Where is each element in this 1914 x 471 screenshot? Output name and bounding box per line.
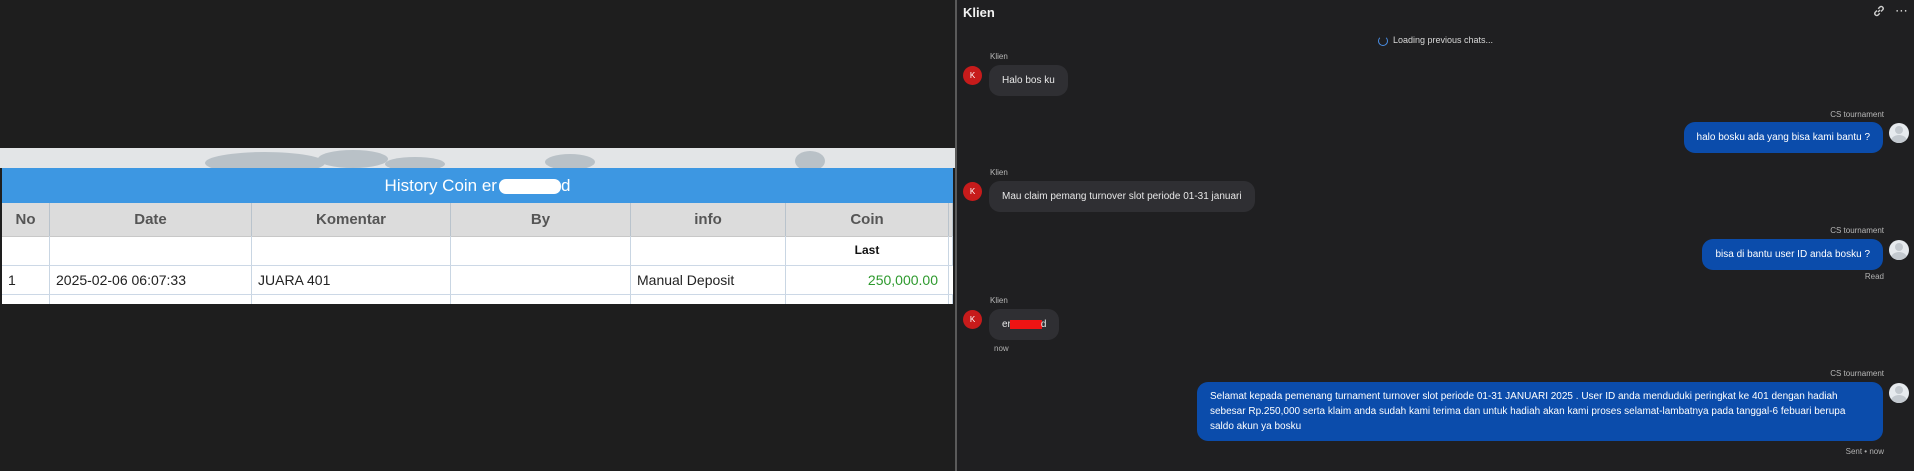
message-sender: CS tournament [1830, 226, 1884, 235]
read-status: Read [1864, 272, 1884, 281]
subheader-cell [451, 236, 631, 265]
subheader-cell [252, 236, 451, 265]
avatar: K [963, 66, 982, 85]
subheader-cell [949, 236, 953, 265]
message-sender: Klien [990, 296, 1008, 305]
message-sender: CS tournament [1830, 369, 1884, 378]
message-bubble[interactable]: Selamat kepada pemenang turnament turnov… [1197, 382, 1883, 441]
table-header-row: No Date Komentar By info Coin [2, 203, 953, 237]
avatar [1889, 383, 1909, 403]
cell-info: Manual Deposit [631, 266, 786, 294]
message-text-suffix: d [1040, 319, 1047, 330]
cell-no: 1 [2, 266, 50, 294]
subheader-cell [631, 236, 786, 265]
chat-panel: Klien ⋯ Loading previous chats... Klien … [957, 0, 1914, 471]
message-sender: Klien [990, 168, 1008, 177]
subheader-cell [2, 236, 50, 265]
message-time: now [994, 344, 1009, 353]
message-sender: Klien [990, 52, 1008, 61]
message-bubble[interactable]: er d [989, 309, 1060, 340]
column-header-by[interactable]: By [451, 203, 631, 236]
loading-text: Loading previous chats... [1392, 35, 1494, 45]
column-header-no[interactable]: No [2, 203, 50, 236]
table-row-partial [2, 295, 953, 304]
table-row[interactable]: 1 2025-02-06 06:07:33 JUARA 401 Manual D… [2, 266, 956, 295]
loading-indicator: Loading previous chats... [957, 35, 1914, 46]
table-subheader-row: Last [2, 236, 953, 266]
subheader-last: Last [786, 236, 949, 265]
subheader-cell [50, 236, 252, 265]
map-banner [0, 148, 955, 168]
message-bubble[interactable]: halo bosku ada yang bisa kami bantu ? [1683, 122, 1883, 153]
message-bubble[interactable]: Mau claim pemang turnover slot periode 0… [989, 181, 1255, 212]
redaction-mask [1009, 319, 1042, 329]
column-header-extra [949, 203, 953, 236]
column-header-date[interactable]: Date [50, 203, 252, 236]
history-coin-table: History Coin er d No Date Komentar By inf… [2, 168, 956, 304]
message-sender: CS tournament [1830, 110, 1884, 119]
link-icon[interactable] [1872, 4, 1886, 18]
chat-title: Klien [963, 5, 995, 20]
message-bubble[interactable]: bisa di bantu user ID anda bosku ? [1702, 239, 1883, 270]
sent-status: Sent • now [1845, 447, 1884, 456]
table-title-text: History Coin er [384, 176, 497, 195]
cell-date: 2025-02-06 06:07:33 [50, 266, 252, 294]
column-header-komentar[interactable]: Komentar [252, 203, 451, 236]
redaction-mask [498, 179, 561, 195]
cell-komentar: JUARA 401 [252, 266, 451, 294]
table-title-suffix: d [560, 176, 571, 195]
cell-coin: 250,000.00 [786, 266, 949, 294]
avatar [1889, 123, 1909, 143]
avatar: K [963, 310, 982, 329]
avatar [1889, 240, 1909, 260]
avatar: K [963, 182, 982, 201]
history-panel: History Coin er d No Date Komentar By inf… [0, 0, 956, 471]
table-title: History Coin er d [2, 168, 953, 203]
spinner-icon [1377, 35, 1388, 46]
message-bubble[interactable]: Halo bos ku [989, 65, 1068, 96]
column-header-info[interactable]: info [631, 203, 786, 236]
column-header-coin[interactable]: Coin [786, 203, 949, 236]
cell-by [451, 266, 631, 294]
more-options-icon[interactable]: ⋯ [1895, 3, 1909, 19]
